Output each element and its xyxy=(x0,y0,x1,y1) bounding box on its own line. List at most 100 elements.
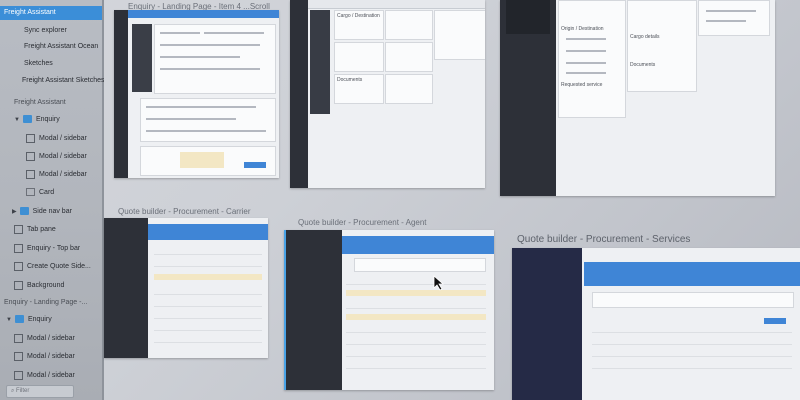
info-card xyxy=(558,0,626,118)
symbol-icon xyxy=(26,188,35,197)
frame-icon xyxy=(14,224,23,234)
artboard-top-middle[interactable]: Cargo / Destination Documents xyxy=(290,0,485,188)
tree-item-label: Modal / sidebar xyxy=(27,335,75,342)
app-sidebar xyxy=(290,0,308,188)
section-title-freight-assistant: Freight Assistant xyxy=(14,99,66,106)
tree-item-label: Modal / sidebar xyxy=(27,353,75,360)
sidebar-item-label: Freight Assistant xyxy=(4,9,56,16)
app-sidebar xyxy=(512,248,582,400)
sidebar-item-sketches[interactable]: Sketches xyxy=(24,57,53,71)
tree-item-label: Enquiry xyxy=(27,316,52,323)
tree-item-label: Modal / sidebar xyxy=(39,135,87,142)
artboard-title[interactable]: Quote builder - Procurement - Services xyxy=(517,234,690,245)
highlight-row xyxy=(346,314,486,320)
card-label: Requested service xyxy=(561,82,603,88)
card-label: Documents xyxy=(337,77,363,83)
sidebar-item-label: Sketches xyxy=(24,60,53,67)
primary-button xyxy=(244,162,266,168)
info-card xyxy=(627,0,697,92)
detail-card xyxy=(434,10,485,60)
tree-item-modal-sidebar[interactable]: Modal / sidebar xyxy=(26,132,87,146)
highlight-row xyxy=(154,274,262,280)
info-card xyxy=(698,0,770,36)
sidebar-item-sync-explorer[interactable]: Sync explorer xyxy=(24,24,67,38)
card xyxy=(334,42,384,72)
tree-item-label: Tab pane xyxy=(27,226,56,233)
tree-item-card[interactable]: Card xyxy=(26,186,54,200)
card xyxy=(385,42,433,72)
tree-item-enquiry-top-bar[interactable]: Enquiry - Top bar xyxy=(14,242,80,256)
sidebar-item-freight-assistant[interactable]: Freight Assistant xyxy=(0,6,102,20)
sidebar-item-label: Freight Assistant Sketches xyxy=(22,77,105,84)
section-title-enquiry-landing: Enquiry - Landing Page -... xyxy=(4,299,88,306)
tree-item-tab-pane[interactable]: Tab pane xyxy=(14,223,56,237)
chevron-right-icon[interactable]: ▶ xyxy=(12,205,17,219)
tree-item-label: Side nav bar xyxy=(32,208,72,215)
tree-item-create-quote-side[interactable]: Create Quote Side... xyxy=(14,260,91,274)
tree-item-label: Modal / sidebar xyxy=(39,171,87,178)
side-panel xyxy=(132,24,152,92)
layers-sidebar: Freight Assistant Sync explorer Freight … xyxy=(0,0,104,400)
artboard-quote-services[interactable] xyxy=(512,248,800,400)
tree-item-label: Background xyxy=(27,282,65,289)
tree-item-modal-sidebar[interactable]: Modal / sidebar xyxy=(26,168,87,182)
card-label: Documents xyxy=(630,62,656,68)
artboard-top-right[interactable]: Origin / Destination Cargo details Docum… xyxy=(500,0,775,196)
card xyxy=(385,10,433,40)
artboard-quote-agent[interactable] xyxy=(284,230,494,390)
tree-item-modal-sidebar[interactable]: Modal / sidebar xyxy=(14,369,75,383)
frame-icon xyxy=(14,243,23,253)
tree-item-modal-sidebar[interactable]: Modal / sidebar xyxy=(26,150,87,164)
profile-panel xyxy=(506,0,550,34)
artboard-title[interactable]: Quote builder - Procurement - Carrier xyxy=(118,207,251,216)
folder-icon xyxy=(19,207,29,216)
folder-icon xyxy=(14,315,24,324)
frame-icon xyxy=(26,133,35,143)
details-panel xyxy=(140,98,276,142)
design-canvas[interactable]: Freight Assistant Sync explorer Freight … xyxy=(0,0,800,400)
app-sidebar xyxy=(104,218,148,358)
filter-placeholder: Filter xyxy=(16,388,30,394)
form-panel xyxy=(154,24,276,94)
app-topbar xyxy=(342,236,494,254)
artboard-enquiry-landing[interactable] xyxy=(114,10,279,178)
card xyxy=(385,74,433,104)
tab-bar xyxy=(308,0,485,9)
frame-icon xyxy=(14,280,23,290)
app-topbar xyxy=(148,224,268,240)
sidebar-item-freight-assistant-sketches[interactable]: Freight Assistant Sketches xyxy=(22,74,104,88)
tree-item-modal-sidebar[interactable]: Modal / sidebar xyxy=(14,332,75,346)
card-label: Cargo / Destination xyxy=(337,13,380,19)
sidebar-item-label: Sync explorer xyxy=(24,27,67,34)
sidebar-item-label: Freight Assistant Ocean xyxy=(24,43,99,50)
tree-item-modal-sidebar[interactable]: Modal / sidebar xyxy=(14,350,75,364)
side-panel xyxy=(310,10,330,114)
tree-item-label: Create Quote Side... xyxy=(27,263,91,270)
tree-item-label: Enquiry - Top bar xyxy=(27,245,81,252)
frame-icon xyxy=(14,333,23,343)
mouse-cursor-icon xyxy=(433,275,445,291)
artboard-title[interactable]: Quote builder - Procurement - Agent xyxy=(298,218,427,227)
primary-button xyxy=(764,318,786,324)
folder-icon xyxy=(22,115,32,124)
sidebar-item-freight-assistant-ocean[interactable]: Freight Assistant Ocean xyxy=(24,40,98,54)
frame-icon xyxy=(26,151,35,161)
app-topbar xyxy=(584,262,800,286)
card-label: Origin / Destination xyxy=(561,26,604,32)
frame-icon xyxy=(14,370,23,380)
tree-item-enquiry[interactable]: ▼ Enquiry xyxy=(6,313,52,327)
highlight-field xyxy=(180,152,224,168)
chevron-down-icon[interactable]: ▼ xyxy=(14,113,20,127)
app-sidebar xyxy=(284,230,342,390)
app-topbar xyxy=(128,10,279,18)
tree-item-label: Modal / sidebar xyxy=(27,372,75,379)
filter-bar xyxy=(592,292,794,308)
chevron-down-icon[interactable]: ▼ xyxy=(6,313,12,327)
frame-icon xyxy=(26,169,35,179)
layer-filter-input[interactable]: ⌕ Filter xyxy=(6,385,74,398)
artboard-quote-carrier[interactable] xyxy=(104,218,268,358)
tree-item-side-nav-bar[interactable]: ▶ Side nav bar xyxy=(12,205,72,219)
highlight-row xyxy=(346,290,486,296)
tree-item-background[interactable]: Background xyxy=(14,279,64,293)
tree-item-enquiry[interactable]: ▼ Enquiry xyxy=(14,113,60,127)
